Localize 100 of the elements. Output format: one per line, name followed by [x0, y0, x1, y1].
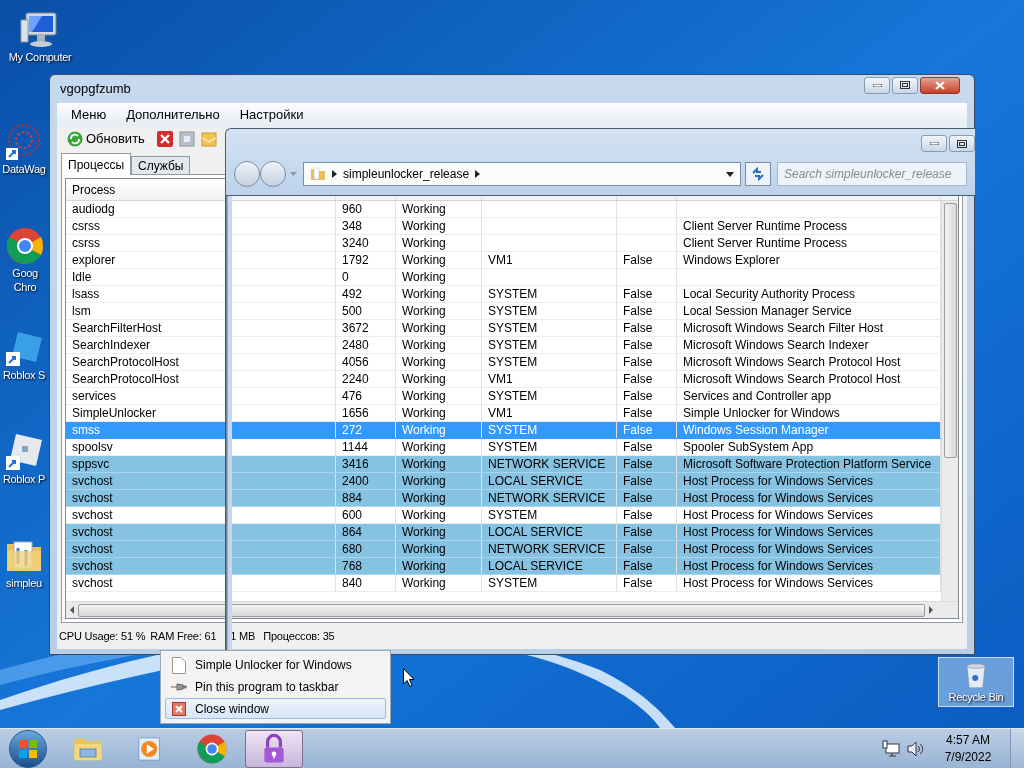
table-row[interactable]: SearchIndexer 2480 Working SYSTEM False Microsoft Windows Search Indexer — [66, 337, 941, 354]
table-cell-text: 600 — [342, 507, 363, 524]
table-cell-text: Microsoft Windows Search Protocol Host — [683, 354, 901, 371]
close-button[interactable] — [920, 76, 960, 94]
table-cell-text: 680 — [342, 541, 363, 558]
table-cell-text: SYSTEM — [488, 354, 538, 371]
table-cell-text: Idle — [72, 269, 92, 286]
table-row[interactable]: svchost 680 Working NETWORK SERVICE False Host Process for Windows Services — [66, 541, 941, 558]
table-cell-text: 884 — [342, 490, 363, 507]
table-row[interactable]: explorer 1792 Working VM1 False Windows Explorer — [66, 252, 941, 269]
table-cell-text: explorer — [72, 252, 116, 269]
taskbar-button[interactable] — [245, 729, 303, 768]
table-cell-text: 1144 — [342, 439, 368, 456]
search-field[interactable]: Search simpleunlocker_release — [777, 162, 967, 186]
table-row[interactable]: spoolsv 1144 Working SYSTEM False Spooler SubSystem App — [66, 439, 941, 456]
table-cell-text: False — [623, 303, 653, 320]
refresh-button[interactable]: Обновить — [67, 129, 145, 149]
table-row[interactable]: sppsvc 3416 Working NETWORK SERVICE False Microsoft Software Protection Platform Service — [66, 456, 941, 473]
table-row[interactable]: services 476 Working SYSTEM False Services and Controller app — [66, 388, 941, 405]
start-button[interactable] — [9, 729, 47, 768]
dropdown-caret-icon[interactable] — [726, 171, 734, 177]
table-cell-text: Working — [402, 524, 446, 541]
desktop-icon[interactable]: My Computer — [0, 8, 80, 66]
show-desktop-button[interactable] — [1010, 728, 1024, 768]
chevron-right-icon[interactable] — [475, 170, 481, 178]
left-arrow-icon[interactable] — [69, 606, 75, 614]
vertical-scrollbar[interactable] — [941, 201, 958, 601]
desktop-icon[interactable]: DataWag — [0, 120, 48, 178]
desktop-icon[interactable]: simpleu — [0, 534, 48, 592]
table-row[interactable]: svchost 884 Working NETWORK SERVICE False Host Process for Windows Services — [66, 490, 941, 507]
menu-item[interactable]: Дополнительно — [118, 105, 228, 125]
item-label: Simple Unlocker for Windows — [195, 657, 352, 675]
table-cell-text: Host Process for Windows Services — [683, 541, 874, 558]
table-row[interactable]: lsass 492 Working SYSTEM False Local Security Authority Process — [66, 286, 941, 303]
jump-list-item[interactable]: Pin this program to taskbar — [165, 676, 386, 698]
forward-button[interactable] — [260, 161, 286, 187]
jump-list-item[interactable]: Close window — [165, 698, 386, 719]
back-button[interactable] — [234, 161, 260, 187]
table-cell-text: Working — [402, 354, 446, 371]
table-row[interactable]: csrss 3240 Working Client Server Runtime Process — [66, 235, 941, 252]
delete-icon[interactable] — [156, 131, 173, 147]
table-cell-text: SimpleUnlocker — [72, 405, 157, 422]
table-row[interactable]: csrss 348 Working Client Server Runtime Process — [66, 218, 941, 235]
table-cell-text: Client Server Runtime Process — [683, 218, 848, 235]
table-cell-text: Local Security Authority Process — [683, 286, 856, 303]
table-row[interactable]: svchost 840 Working SYSTEM False Host Process for Windows Services — [66, 575, 941, 592]
table-cell-text: Host Process for Windows Services — [683, 490, 874, 507]
speaker-icon[interactable] — [906, 739, 924, 758]
table-row[interactable]: audiodg 960 Working — [66, 201, 941, 218]
search-input[interactable]: Search simpleunlocker_release — [784, 165, 960, 183]
table-row[interactable]: lsm 500 Working SYSTEM False Local Session Manager Service — [66, 303, 941, 320]
table-cell-text: svchost — [72, 473, 113, 490]
table-row[interactable]: SearchProtocolHost 4056 Working SYSTEM False Microsoft Windows Search Protocol Host — [66, 354, 941, 371]
network-icon[interactable] — [882, 739, 900, 758]
table-cell-text: Spooler SubSystem App — [683, 439, 814, 456]
desktop-icon[interactable]: Roblox S — [0, 326, 48, 384]
table-cell-text: False — [623, 575, 653, 592]
table-row[interactable]: SimpleUnlocker 1656 Working VM1 False Simple Unlocker for Windows — [66, 405, 941, 422]
clock-time: 4:57 AM — [946, 731, 990, 749]
table-row[interactable]: svchost 864 Working LOCAL SERVICE False Host Process for Windows Services — [66, 524, 941, 541]
table-cell-text: Microsoft Windows Search Protocol Host — [683, 371, 901, 388]
table-row[interactable]: SearchProtocolHost 2240 Working VM1 False Microsoft Windows Search Protocol Host — [66, 371, 941, 388]
chevron-right-icon[interactable] — [332, 170, 337, 178]
table-row[interactable]: svchost 768 Working LOCAL SERVICE False Host Process for Windows Services — [66, 558, 941, 575]
table-cell-text: 0 — [342, 269, 349, 286]
table-cell-text: Working — [402, 405, 446, 422]
table-cell-text: Microsoft Windows Search Filter Host — [683, 320, 884, 337]
windows-logo-icon — [18, 738, 38, 759]
table-cell-text: Working — [402, 388, 446, 405]
clock[interactable]: 4:57 AM 7/9/2022 — [934, 731, 1002, 766]
table-cell-text: 768 — [342, 558, 363, 575]
address-bar[interactable]: simpleunlocker_release — [303, 162, 741, 186]
menu-item[interactable]: Меню — [63, 105, 115, 125]
jump-list-item[interactable]: Simple Unlocker for Windows — [165, 655, 386, 676]
table-cell-text: False — [623, 490, 653, 507]
right-arrow-icon[interactable] — [928, 606, 934, 614]
table-cell-text: SearchProtocolHost — [72, 354, 179, 371]
desktop-icon[interactable]: Roblox P — [0, 430, 48, 488]
table-cell-text: Host Process for Windows Services — [683, 473, 874, 490]
table-cell-text: lsass — [72, 286, 100, 303]
breadcrumb[interactable]: simpleunlocker_release — [343, 165, 470, 183]
table-row[interactable]: Idle 0 Working — [66, 269, 941, 286]
maximize-button[interactable] — [949, 135, 975, 152]
refresh-button[interactable] — [745, 162, 771, 186]
column-header[interactable]: Process — [72, 180, 116, 199]
table-cell-text: services — [72, 388, 116, 405]
table-cell-text: audiodg — [72, 201, 115, 218]
maximize-button[interactable] — [892, 76, 918, 94]
item-label: Close window — [195, 700, 270, 718]
table-cell-text: SYSTEM — [488, 286, 538, 303]
horizontal-scrollbar[interactable] — [66, 601, 958, 618]
table-cell-text: Working — [402, 541, 446, 558]
tab[interactable]: Процессы — [61, 153, 131, 175]
menu-item[interactable]: Настройки — [231, 105, 312, 125]
table-row[interactable]: svchost 2400 Working LOCAL SERVICE False Host Process for Windows Services — [66, 473, 941, 490]
table-cell-text: SYSTEM — [488, 575, 538, 592]
table-cell-text: 2240 — [342, 371, 369, 388]
table-row[interactable]: svchost 600 Working SYSTEM False Host Process for Windows Services — [66, 507, 941, 524]
table-row[interactable]: SearchFilterHost 3672 Working SYSTEM False Microsoft Windows Search Filter Host — [66, 320, 941, 337]
desktop-icon[interactable]: Goog Chro — [2, 224, 48, 296]
